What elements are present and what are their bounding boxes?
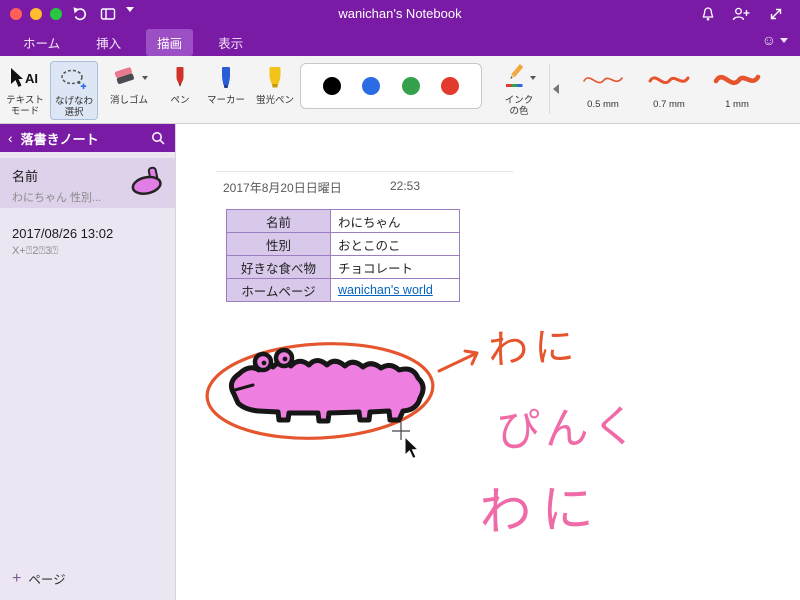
svg-text:AI: AI bbox=[25, 71, 38, 86]
table-header-cell[interactable]: 好きな食べ物 bbox=[226, 255, 331, 279]
table-header-cell[interactable]: ホームページ bbox=[226, 278, 331, 302]
eraser-icon bbox=[111, 64, 139, 91]
palette-color-black[interactable] bbox=[322, 77, 341, 95]
tab-view[interactable]: 表示 bbox=[207, 29, 254, 56]
page-thumbnail-doodle bbox=[127, 166, 169, 203]
ribbon-separator bbox=[549, 64, 550, 114]
dropdown-chevron-icon bbox=[141, 76, 148, 80]
ink-text-wani-red: わに bbox=[487, 324, 581, 373]
highlighter-icon bbox=[252, 61, 298, 95]
page-item-title: 2017/08/26 13:02 bbox=[12, 226, 114, 241]
marker-icon bbox=[202, 61, 250, 95]
text-mode-button[interactable]: AI テキスト モード bbox=[2, 61, 48, 118]
fullscreen-icon[interactable] bbox=[768, 6, 784, 27]
table-row: ホームページ wanichan's world bbox=[226, 278, 460, 302]
stroke-sample-icon bbox=[704, 66, 770, 94]
smiley-icon: ☺ bbox=[761, 32, 776, 48]
onenote-window: wanichan's Notebook ホーム 挿入 描画 表示 ☺ AI テキ… bbox=[0, 0, 800, 600]
search-icon[interactable] bbox=[151, 131, 165, 150]
table-value-cell[interactable]: wanichan's world bbox=[330, 278, 460, 302]
page-time: 22:53 bbox=[390, 179, 421, 193]
palette-color-blue[interactable] bbox=[362, 77, 381, 95]
info-table: 名前 わにちゃん 性別 おとこのこ 好きな食べ物 チョコレート ホームページ w… bbox=[226, 209, 460, 302]
red-circle-ink bbox=[205, 342, 435, 440]
lasso-icon bbox=[51, 62, 97, 96]
page-title-divider bbox=[216, 171, 513, 172]
add-page-button[interactable]: + ページ bbox=[12, 569, 66, 588]
table-value-cell[interactable]: チョコレート bbox=[330, 255, 460, 279]
bell-icon[interactable] bbox=[700, 6, 716, 27]
ribbon: AI テキスト モード なげなわ 選択 消しゴム ペン マーカー 蛍光ペン イン… bbox=[0, 56, 800, 124]
pencil-color-icon bbox=[503, 63, 527, 92]
palette-color-red[interactable] bbox=[441, 77, 460, 95]
ink-palette bbox=[300, 63, 482, 109]
tab-insert[interactable]: 挿入 bbox=[85, 29, 132, 56]
ink-color-button[interactable]: インク の色 bbox=[492, 61, 546, 118]
stroke-width-option-1[interactable]: 1 mm bbox=[704, 66, 770, 110]
table-row: 名前 わにちゃん bbox=[226, 209, 460, 233]
highlighter-button[interactable]: 蛍光ペン bbox=[252, 61, 298, 106]
notebook-title: 落書きノート bbox=[20, 131, 99, 147]
stroke-width-option-05[interactable]: 0.5 mm bbox=[572, 66, 634, 110]
stroke-sample-icon bbox=[638, 66, 700, 94]
eraser-button[interactable]: 消しゴム bbox=[102, 61, 156, 106]
page-date: 2017年8月20日日曜日 bbox=[223, 181, 342, 195]
arrow-ink bbox=[437, 349, 479, 373]
titlebar: wanichan's Notebook bbox=[0, 0, 800, 29]
table-header-cell[interactable]: 性別 bbox=[226, 232, 331, 256]
add-page-label: ページ bbox=[28, 573, 66, 587]
page-item-subtitle: X+⍰2⍰3⍰ bbox=[12, 245, 58, 257]
text-cursor-ai-icon: AI bbox=[2, 61, 48, 95]
add-people-icon[interactable] bbox=[732, 6, 750, 27]
plus-icon: + bbox=[12, 569, 22, 587]
page-list-item-date[interactable]: 2017/08/26 13:02 X+⍰2⍰3⍰ bbox=[0, 218, 175, 266]
dropdown-chevron-icon bbox=[529, 76, 536, 80]
stroke-width-scroll-left-icon[interactable] bbox=[553, 84, 559, 94]
palette-color-green[interactable] bbox=[401, 77, 420, 95]
mouse-cursor bbox=[392, 422, 420, 460]
ink-text-wani-pink: わに bbox=[478, 480, 604, 542]
feedback-smiley-button[interactable]: ☺ bbox=[762, 32, 788, 48]
table-row: 性別 おとこのこ bbox=[226, 232, 460, 256]
stroke-width-option-07[interactable]: 0.7 mm bbox=[638, 66, 700, 110]
page-canvas[interactable]: 2017年8月20日日曜日 22:53 名前 わにちゃん 性別 おとこのこ 好き… bbox=[177, 124, 800, 600]
sidebar: ‹ 落書きノート 名前 わにちゃん 性別... 2017/08/26 13:02… bbox=[0, 124, 176, 600]
back-chevron-icon[interactable]: ‹ bbox=[8, 130, 13, 146]
pen-icon bbox=[160, 61, 200, 95]
window-title: wanichan's Notebook bbox=[338, 6, 462, 21]
lasso-select-button[interactable]: なげなわ 選択 bbox=[50, 61, 98, 120]
tab-home[interactable]: ホーム bbox=[12, 29, 71, 56]
sidebar-header: ‹ 落書きノート bbox=[0, 124, 175, 152]
table-value-cell[interactable]: わにちゃん bbox=[330, 209, 460, 233]
page-list-item-name[interactable]: 名前 わにちゃん 性別... bbox=[0, 158, 175, 208]
ribbon-tab-bar: ホーム 挿入 描画 表示 ☺ bbox=[0, 28, 800, 56]
creature-doodle bbox=[228, 347, 426, 424]
table-row: 好きな食べ物 チョコレート bbox=[226, 255, 460, 279]
table-value-cell[interactable]: おとこのこ bbox=[330, 232, 460, 256]
marker-button[interactable]: マーカー bbox=[202, 61, 250, 106]
homepage-link[interactable]: wanichan's world bbox=[338, 283, 433, 297]
table-header-cell[interactable]: 名前 bbox=[226, 209, 331, 233]
ink-text-pinku: ぴんく bbox=[496, 402, 642, 456]
tab-draw[interactable]: 描画 bbox=[146, 28, 194, 56]
pen-button[interactable]: ペン bbox=[160, 61, 200, 106]
stroke-sample-icon bbox=[572, 66, 634, 94]
